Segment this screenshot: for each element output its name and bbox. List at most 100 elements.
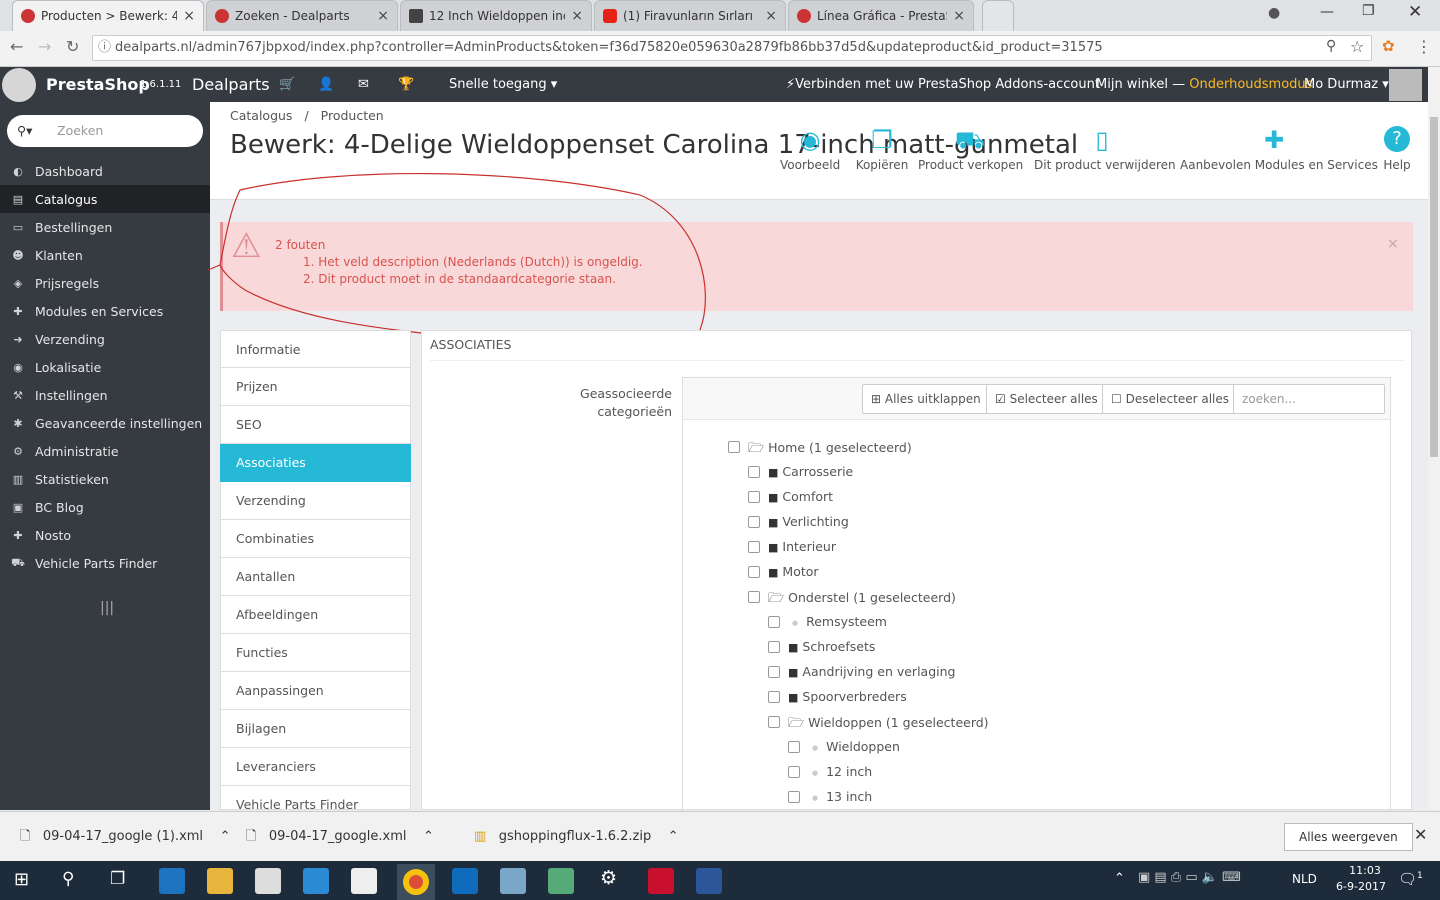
- toolbar-button-kopiëren[interactable]: ❐ Kopiëren: [850, 126, 914, 172]
- browser-tab[interactable]: Línea Gráfica - PrestaSho×: [788, 0, 974, 31]
- user-icon[interactable]: 👤: [318, 67, 334, 102]
- tab-vehicle-parts-finder[interactable]: Vehicle Parts Finder: [220, 786, 411, 810]
- breadcrumb-catalog[interactable]: Catalogus: [230, 108, 292, 123]
- tree-node[interactable]: ● 12 inch: [808, 764, 872, 779]
- expand-all-button[interactable]: ⊞ Alles uitklappen: [862, 384, 990, 414]
- sidebar-item-dashboard[interactable]: ◐ Dashboard: [0, 157, 210, 185]
- tree-checkbox[interactable]: [748, 541, 760, 553]
- tab-bijlagen[interactable]: Bijlagen: [220, 710, 411, 748]
- close-tab-icon[interactable]: ×: [571, 8, 583, 24]
- my-shop-link[interactable]: Mijn winkel — Onderhoudsmodus: [1096, 67, 1312, 102]
- reload-icon[interactable]: ↻: [66, 37, 79, 56]
- deselect-all-button[interactable]: ☐ Deselecteer alles: [1102, 384, 1239, 414]
- settings-gear-icon[interactable]: ⚙: [600, 867, 617, 889]
- tree-checkbox[interactable]: [748, 466, 760, 478]
- download-item[interactable]: 🗋 09-04-17_google.xml ⌃: [246, 812, 434, 862]
- tab-functies[interactable]: Functies: [220, 634, 411, 672]
- minimize-icon[interactable]: —: [1320, 4, 1334, 20]
- notifications-icon[interactable]: 🗨1: [1398, 870, 1423, 888]
- tree-search-input[interactable]: zoeken...: [1233, 384, 1385, 414]
- tree-node[interactable]: ■ Interieur: [768, 539, 836, 554]
- tree-checkbox[interactable]: [788, 741, 800, 753]
- tray-icons[interactable]: ▣ ▤ ⎙ ▭ 🔈 ⌨: [1138, 870, 1241, 885]
- download-item[interactable]: ▥ gshoppingflux-1.6.2.zip ⌃: [474, 812, 679, 862]
- search-icon[interactable]: ⚲: [62, 869, 74, 889]
- sidebar-item-lokalisatie[interactable]: ◉ Lokalisatie: [0, 353, 210, 381]
- addons-link[interactable]: ⚡Verbinden met uw PrestaShop Addons-acco…: [786, 67, 1100, 102]
- tree-node[interactable]: 🗁 Home (1 geselecteerd): [748, 439, 912, 461]
- store-icon[interactable]: [255, 868, 281, 894]
- tree-node[interactable]: ■ Carrosserie: [768, 464, 853, 479]
- tree-checkbox[interactable]: [768, 641, 780, 653]
- shop-name-link[interactable]: Dealparts: [192, 67, 270, 102]
- paint-icon[interactable]: [500, 868, 526, 894]
- quick-access-dropdown[interactable]: Snelle toegang ▾: [449, 67, 557, 102]
- tree-checkbox[interactable]: [748, 566, 760, 578]
- sidebar-item-bestellingen[interactable]: ▭ Bestellingen: [0, 213, 210, 241]
- tab-seo[interactable]: SEO: [220, 406, 411, 444]
- tree-checkbox[interactable]: [728, 441, 740, 453]
- toolbar-button-dit-product-verwijderen[interactable]: ▯ Dit product verwijderen: [1034, 126, 1176, 172]
- sidebar-item-geavanceerde-instellingen[interactable]: ✱ Geavanceerde instellingen: [0, 409, 210, 437]
- sidebar-item-verzending[interactable]: ➜ Verzending: [0, 325, 210, 353]
- breadcrumb-products[interactable]: Producten: [321, 108, 384, 123]
- app-icon[interactable]: [548, 868, 574, 894]
- url-input[interactable]: ⓘ dealparts.nl/admin767jbpxod/index.php?…: [92, 35, 1372, 61]
- maximize-icon[interactable]: ❐: [1362, 3, 1375, 19]
- language-indicator[interactable]: NLD: [1292, 872, 1317, 886]
- close-downloads-icon[interactable]: ✕: [1414, 825, 1427, 844]
- calculator-icon[interactable]: [351, 868, 377, 894]
- sidebar-item-bc-blog[interactable]: ▣ BC Blog: [0, 493, 210, 521]
- sidebar-item-modules-en-services[interactable]: ✚ Modules en Services: [0, 297, 210, 325]
- sidebar-item-vehicle-parts-finder[interactable]: ⛟ Vehicle Parts Finder: [0, 549, 210, 577]
- cart-icon[interactable]: 🛒: [279, 67, 295, 102]
- tree-node[interactable]: ■ Motor: [768, 564, 819, 579]
- tree-checkbox[interactable]: [788, 766, 800, 778]
- tree-checkbox[interactable]: [748, 591, 760, 603]
- outlook-icon[interactable]: [452, 868, 478, 894]
- profile-icon[interactable]: ●: [1268, 5, 1280, 21]
- tab-aantallen[interactable]: Aantallen: [220, 558, 411, 596]
- tree-node[interactable]: 🗁 Wieldoppen (1 geselecteerd): [788, 714, 989, 736]
- tree-node[interactable]: ■ Aandrijving en verlaging: [788, 664, 955, 679]
- scrollbar-thumb[interactable]: [1430, 117, 1438, 457]
- tree-checkbox[interactable]: [748, 491, 760, 503]
- close-window-icon[interactable]: ✕: [1408, 2, 1422, 22]
- edge-icon[interactable]: [159, 868, 185, 894]
- tree-checkbox[interactable]: [748, 516, 760, 528]
- tab-leveranciers[interactable]: Leveranciers: [220, 748, 411, 786]
- sidebar-item-statistieken[interactable]: ▥ Statistieken: [0, 465, 210, 493]
- download-item[interactable]: 🗋 09-04-17_google (1).xml ⌃: [20, 812, 230, 862]
- sidebar-item-instellingen[interactable]: ⚒ Instellingen: [0, 381, 210, 409]
- forward-icon[interactable]: →: [38, 37, 51, 56]
- avatar[interactable]: [1389, 69, 1422, 101]
- page-scrollbar[interactable]: [1428, 67, 1440, 810]
- envelope-icon[interactable]: ✉: [358, 67, 369, 102]
- sidebar-item-catalogus[interactable]: ▤ Catalogus: [0, 185, 210, 213]
- new-tab-button[interactable]: [982, 0, 1014, 31]
- employee-dropdown[interactable]: Mo Durmaz ▾: [1304, 67, 1389, 102]
- word-icon[interactable]: [696, 868, 722, 894]
- tab-informatie[interactable]: Informatie: [220, 330, 411, 368]
- tab-combinaties[interactable]: Combinaties: [220, 520, 411, 558]
- tree-node[interactable]: ■ Comfort: [768, 489, 833, 504]
- toolbar-button-help[interactable]: ? Help: [1380, 126, 1414, 172]
- tree-checkbox[interactable]: [768, 616, 780, 628]
- toolbar-button-voorbeeld[interactable]: ◉ Voorbeeld: [780, 126, 840, 172]
- browser-tab[interactable]: Producten > Bewerk: 4-D×: [12, 0, 204, 31]
- sidebar-search-input[interactable]: ⚲▾ Zoeken: [7, 115, 203, 147]
- tree-checkbox[interactable]: [768, 666, 780, 678]
- tree-node[interactable]: ■ Schroefsets: [788, 639, 875, 654]
- close-icon[interactable]: ×: [1387, 236, 1399, 252]
- internet-explorer-icon[interactable]: [303, 868, 329, 894]
- tab-afbeeldingen[interactable]: Afbeeldingen: [220, 596, 411, 634]
- clock-date[interactable]: 6-9-2017: [1330, 880, 1392, 893]
- chrome-taskbar-button[interactable]: [397, 864, 435, 900]
- bookmark-star-icon[interactable]: ☆: [1350, 37, 1364, 56]
- browser-tab[interactable]: 12 Inch Wieldoppen inch ×: [400, 0, 592, 31]
- tree-node[interactable]: ● Wieldoppen: [808, 739, 900, 754]
- task-view-icon[interactable]: ❐: [110, 869, 125, 889]
- browser-tab[interactable]: (1) Firavunların Sırları ×: [594, 0, 786, 31]
- tree-checkbox[interactable]: [768, 716, 780, 728]
- select-all-button[interactable]: ☑ Selecteer alles: [986, 384, 1107, 414]
